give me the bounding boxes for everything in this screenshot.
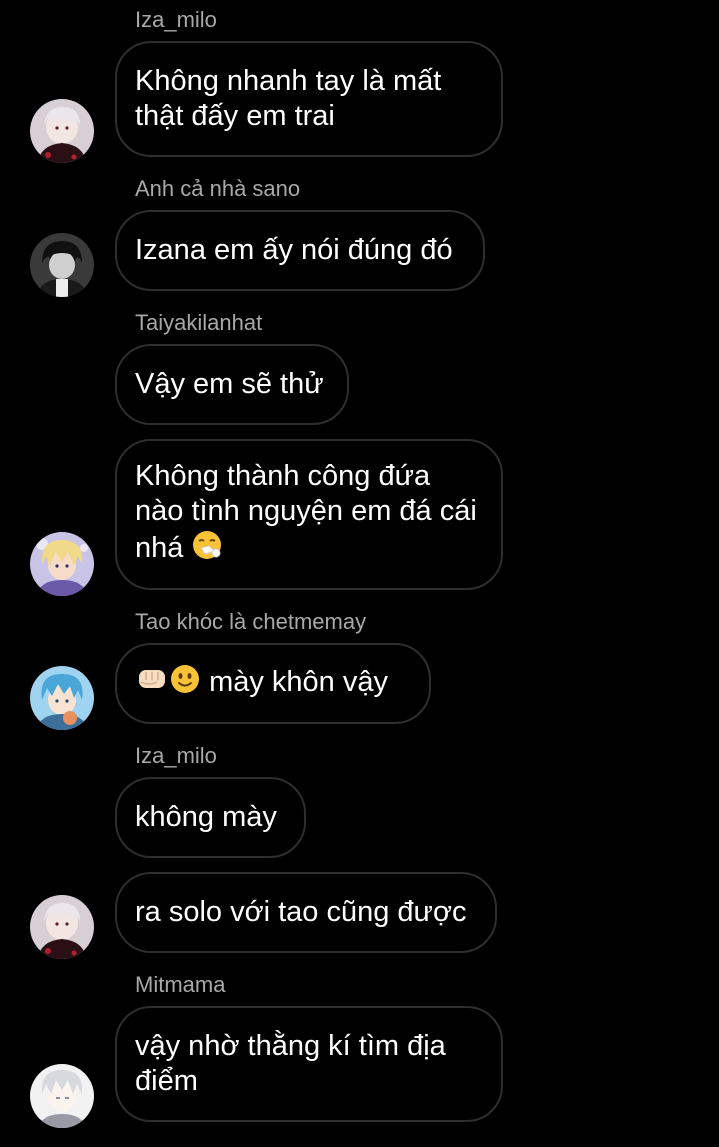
message-text-line: nào tình nguyện em đá cái [135,495,477,527]
message-bubble[interactable]: Không thành công đứa nào tình nguyện em … [115,439,503,590]
message-text-line: thật đấy em trai [135,100,335,132]
sender-name: Iza_milo [135,743,217,768]
message-text-line: Vậy em sẽ thử [135,368,324,400]
avatar-anh-ca-nha-sano[interactable] [30,233,94,297]
message-bubble[interactable]: Không nhanh tay là mất thật đấy em trai [115,41,503,157]
sneezing-face-emoji [191,529,223,570]
message-bubble[interactable]: Izana em ấy nói đúng đó [115,210,485,291]
message-bubble[interactable]: ra solo với tao cũng được [115,872,497,953]
message-bubble[interactable]: không mày [115,777,306,858]
avatar-iza-milo[interactable] [30,99,94,163]
message-bubble[interactable]: vậy nhờ thằng kí tìm địa điểm [115,1006,503,1122]
sender-name: Taiyakilanhat [135,310,263,335]
message-text-line: nhá [135,529,483,570]
message-text-line: không mày [135,801,277,833]
message-bubble[interactable]: mày khôn vậy [115,643,431,724]
message-text-line: ra solo với tao cũng được [135,896,467,928]
avatar-iza-milo[interactable] [30,895,94,959]
sender-name: Anh cả nhà sano [135,176,301,201]
sender-name: Iza_milo [135,7,217,32]
message-text-line: Không nhanh tay là mất [135,65,442,97]
message-text-line: mày khôn vậy [135,663,411,704]
slightly-smiling-face-emoji [169,663,201,704]
sender-name: Mitmama [135,972,226,997]
avatar-mitmama[interactable] [30,1064,94,1128]
oncoming-fist-emoji [135,664,169,703]
message-text-line: Không thành công đứa [135,460,431,492]
message-bubble[interactable]: Vậy em sẽ thử [115,344,349,425]
avatar-tao-khoc[interactable] [30,666,94,730]
avatar-taiyakilanhat[interactable] [30,532,94,596]
message-text-line: vậy nhờ thằng kí tìm địa [135,1030,446,1062]
message-text-line: Izana em ấy nói đúng đó [135,234,453,266]
message-text-line: điểm [135,1065,198,1097]
sender-name: Tao khóc là chetmemay [135,609,367,634]
